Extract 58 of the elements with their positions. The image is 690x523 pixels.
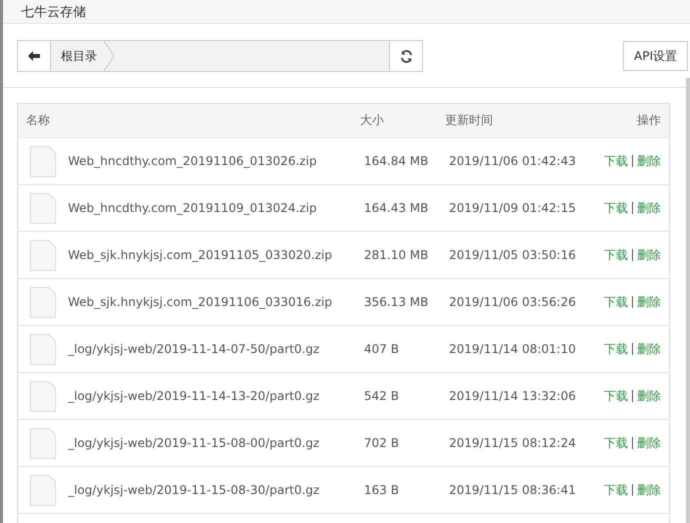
delete-link[interactable]: 删除	[637, 294, 661, 310]
file-size: 407 B	[364, 342, 400, 356]
file-size: 542 B	[364, 389, 400, 403]
update-time: 2019/11/15 08:12:24	[449, 436, 577, 450]
window-title: 七牛云存储	[21, 4, 86, 20]
update-time: 2019/11/14 13:32:06	[449, 389, 577, 403]
download-link[interactable]: 下载	[604, 388, 628, 404]
delete-link[interactable]: 删除	[637, 152, 661, 170]
update-time: 2019/11/15 08:36:41	[449, 483, 577, 497]
scrollbar[interactable]	[686, 78, 690, 523]
update-time: 2019/11/06 01:42:43	[449, 154, 577, 168]
delete-link[interactable]: 删除	[637, 246, 661, 264]
file-icon	[30, 286, 56, 318]
delete-link[interactable]: 删除	[637, 388, 661, 404]
update-time: 2019/11/05 03:50:16	[449, 248, 577, 262]
api-settings-button[interactable]: API设置	[623, 41, 688, 71]
file-name: _log/ykjsj-web/2019-11-14-13-20/part0.gz	[68, 389, 320, 403]
download-link[interactable]: 下载	[604, 434, 628, 452]
column-header: 大小	[360, 112, 385, 129]
file-name: Web_hncdthy.com_20191106_013026.zip	[68, 154, 317, 168]
column-header: 更新时间	[445, 112, 494, 129]
update-time: 2019/11/06 03:56:26	[449, 295, 577, 309]
breadcrumb-item[interactable]: 根目录	[61, 48, 97, 64]
file-size: 702 B	[364, 436, 400, 450]
download-link[interactable]: 下载	[604, 294, 628, 310]
delete-link[interactable]: 删除	[637, 340, 661, 358]
file-icon	[30, 240, 56, 270]
download-link[interactable]: 下载	[604, 246, 628, 264]
file-icon	[30, 192, 56, 224]
update-time: 2019/11/14 08:01:10	[449, 342, 577, 356]
delete-link[interactable]: 删除	[637, 482, 661, 498]
file-name: _log/ykjsj-web/2019-11-14-07-50/part0.gz	[68, 342, 320, 356]
file-size: 163 B	[364, 483, 400, 497]
file-name: _log/ykjsj-web/2019-11-15-08-30/part0.gz	[68, 483, 320, 497]
file-icon	[30, 146, 56, 176]
file-size: 356.13 MB	[364, 295, 430, 309]
update-time: 2019/11/09 01:42:15	[449, 201, 577, 215]
column-header: 操作	[636, 112, 661, 129]
column-header: 名称	[26, 112, 51, 129]
refresh-icon	[400, 50, 412, 62]
download-link[interactable]: 下载	[604, 482, 628, 498]
download-link[interactable]: 下载	[604, 340, 628, 358]
file-name: Web_sjk.hnykjsj.com_20191106_033016.zip	[68, 295, 332, 309]
file-size: 281.10 MB	[364, 248, 430, 262]
download-link[interactable]: 下载	[604, 152, 628, 170]
download-link[interactable]: 下载	[604, 200, 628, 216]
left-arrow-icon	[28, 51, 40, 61]
file-icon	[30, 428, 56, 458]
file-name: Web_hncdthy.com_20191109_013024.zip	[68, 201, 317, 215]
delete-link[interactable]: 删除	[637, 200, 661, 216]
file-icon	[30, 474, 56, 506]
file-name: Web_sjk.hnykjsj.com_20191105_033020.zip	[68, 248, 332, 262]
delete-link[interactable]: 删除	[637, 434, 661, 452]
file-icon	[30, 380, 56, 412]
file-name: _log/ykjsj-web/2019-11-15-08-00/part0.gz	[68, 436, 320, 450]
file-size: 164.43 MB	[364, 201, 430, 215]
file-size: 164.84 MB	[364, 154, 430, 168]
file-icon	[30, 334, 56, 364]
